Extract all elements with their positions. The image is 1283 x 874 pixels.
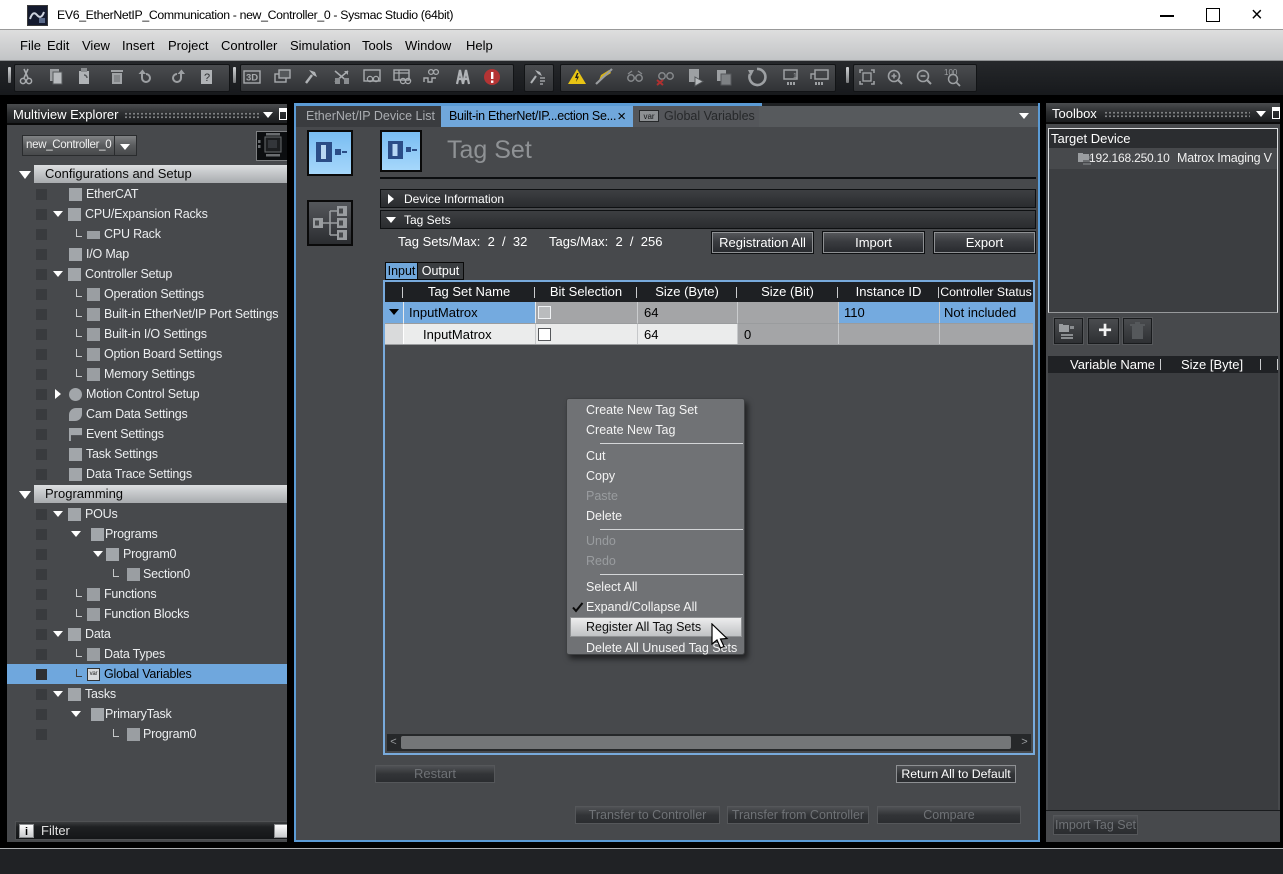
svg-text:?: ? (204, 72, 210, 84)
svg-text:3D: 3D (246, 73, 258, 84)
svg-text:1: 1 (793, 73, 797, 80)
